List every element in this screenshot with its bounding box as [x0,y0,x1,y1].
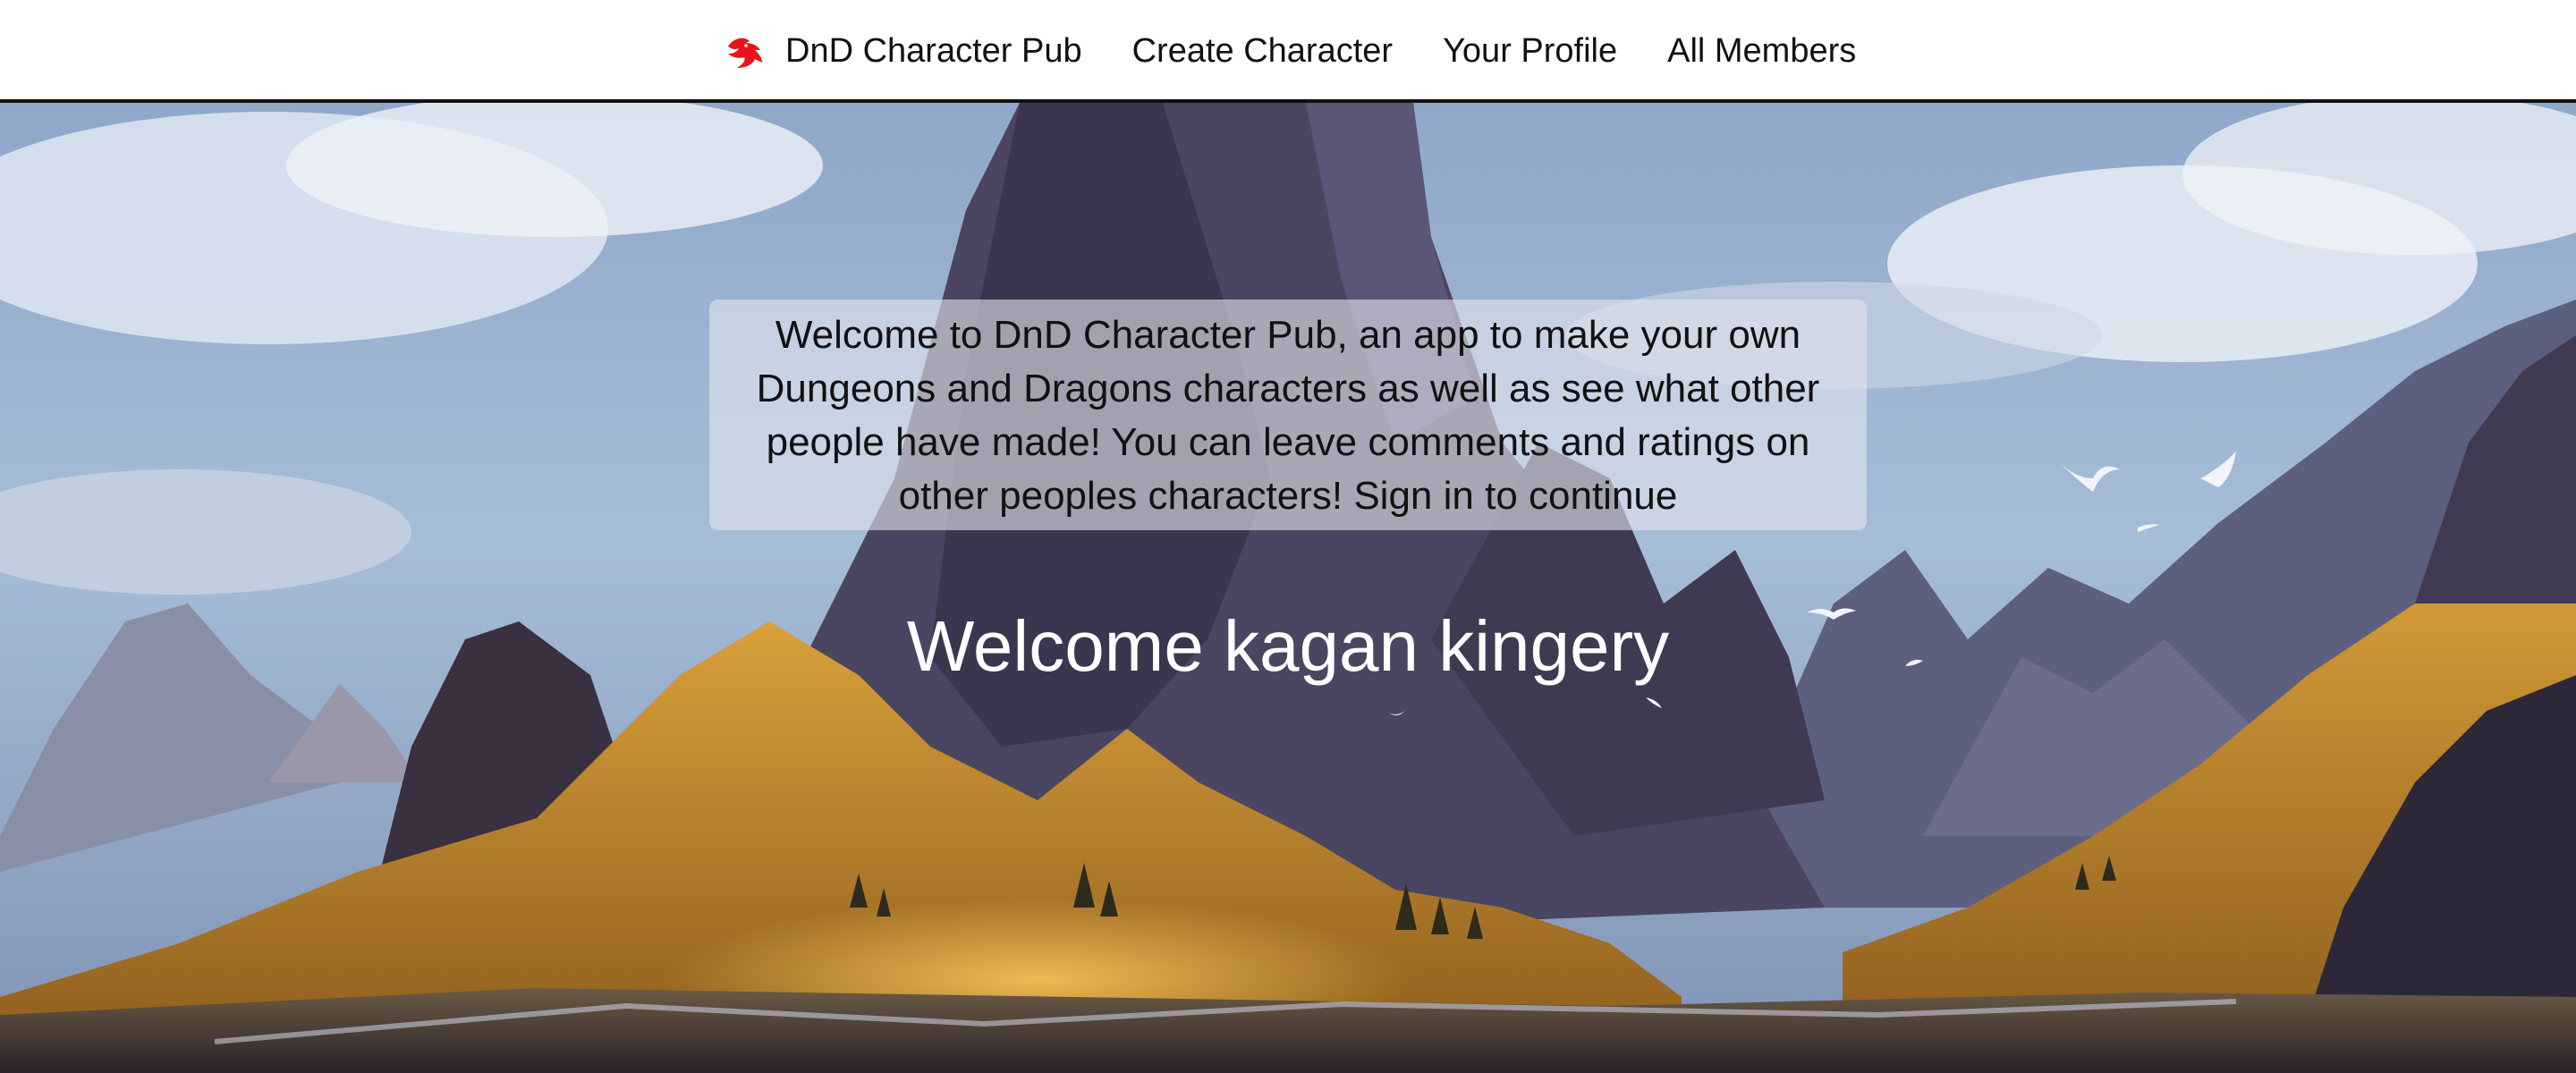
nav-your-profile-link[interactable]: Your Profile [1443,32,1617,71]
welcome-heading: Welcome kagan kingery [0,604,2576,689]
brand-home-link[interactable]: DnD Character Pub [724,32,1082,71]
intro-message-box: Welcome to DnD Character Pub, an app to … [709,300,1867,530]
nav-create-character-link[interactable]: Create Character [1132,32,1393,71]
hero-section: Welcome to DnD Character Pub, an app to … [0,103,2576,1073]
intro-message-text: Welcome to DnD Character Pub, an app to … [756,313,1820,518]
nav-links-group: DnD Character Pub Create Character Your … [724,0,1856,103]
mountain-landscape-illustration [0,103,2576,1073]
dragon-icon [724,34,766,70]
welcome-prefix: Welcome [906,606,1204,686]
user-name: kagan kingery [1224,606,1670,686]
brand-label: DnD Character Pub [785,32,1082,70]
top-navbar: DnD Character Pub Create Character Your … [0,0,2576,103]
nav-all-members-link[interactable]: All Members [1667,32,1856,71]
